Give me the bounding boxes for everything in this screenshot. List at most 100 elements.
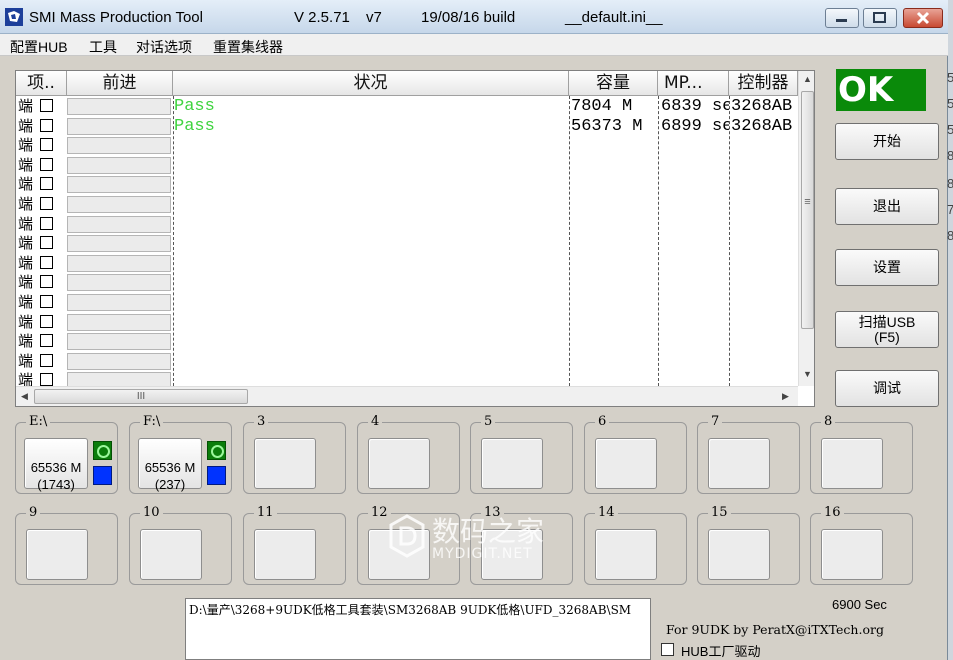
table-row[interactable]: 端 <box>16 254 798 274</box>
table-row[interactable]: 端 <box>16 215 798 235</box>
col-header-controller[interactable]: 控制器 <box>729 71 798 96</box>
firmware-path-field[interactable]: D:\量产\3268+9UDK低格工具套装\SM3268AB 9UDK低格\UF… <box>185 598 651 660</box>
table-row[interactable]: 端 <box>16 293 798 313</box>
maximize-button[interactable] <box>863 8 897 28</box>
row-checkbox[interactable] <box>40 334 53 348</box>
settings-button[interactable]: 设置 <box>835 249 939 286</box>
table-row[interactable]: 端 Pass 7804 M 6839 se 3268AB <box>16 97 798 117</box>
port-empty-button[interactable] <box>254 529 316 580</box>
port-empty-button[interactable] <box>821 438 883 489</box>
col-header-item[interactable]: 项.. <box>16 71 67 96</box>
port-slot[interactable]: E:\ 65536 M (1743) <box>15 414 118 494</box>
row-progress-bar <box>67 294 171 311</box>
ok-status-badge: OK <box>836 69 926 111</box>
port-slot[interactable]: 8 <box>810 414 913 494</box>
horizontal-scroll-thumb[interactable]: III <box>34 389 248 404</box>
port-slot[interactable]: F:\ 65536 M (237) <box>129 414 232 494</box>
port-slot[interactable]: 4 <box>357 414 460 494</box>
row-checkbox[interactable] <box>40 216 53 230</box>
table-row[interactable]: 端 <box>16 195 798 215</box>
port-slot[interactable]: 5 <box>470 414 573 494</box>
port-label: 9 <box>26 505 41 520</box>
port-empty-button[interactable] <box>708 438 770 489</box>
port-capacity: 65536 M <box>144 460 196 475</box>
close-button[interactable] <box>903 8 943 28</box>
menu-reset-hub[interactable]: 重置集线器 <box>213 37 283 57</box>
cell-capacity: 7804 M <box>571 97 633 116</box>
version-label: V 2.5.71 <box>294 9 350 26</box>
port-empty-button[interactable] <box>481 438 543 489</box>
table-row[interactable]: 端 Pass 56373 M 6899 se 3268AB <box>16 117 798 137</box>
vertical-scroll-thumb[interactable]: ≡ <box>801 91 814 329</box>
row-checkbox[interactable] <box>40 314 53 328</box>
row-checkbox[interactable] <box>40 255 53 269</box>
row-label: 端 <box>18 273 34 292</box>
exit-button[interactable]: 退出 <box>835 188 939 225</box>
col-header-progress[interactable]: 前进 <box>67 71 173 96</box>
table-row[interactable]: 端 <box>16 332 798 352</box>
horizontal-scrollbar[interactable]: ◀ III ▶ <box>16 386 798 406</box>
port-slot[interactable]: 6 <box>584 414 687 494</box>
row-checkbox[interactable] <box>40 353 53 367</box>
port-empty-button[interactable] <box>368 438 430 489</box>
scan-usb-button[interactable]: 扫描USB (F5) <box>835 311 939 348</box>
port-slot[interactable]: 3 <box>243 414 346 494</box>
row-checkbox[interactable] <box>40 236 53 250</box>
menu-tools[interactable]: 工具 <box>89 37 117 57</box>
port-empty-button[interactable] <box>254 438 316 489</box>
menu-config-hub[interactable]: 配置HUB <box>10 37 68 57</box>
minimize-button[interactable] <box>825 8 859 28</box>
row-checkbox[interactable] <box>40 177 53 191</box>
row-checkbox[interactable] <box>40 157 53 171</box>
menu-dialog-options[interactable]: 对话选项 <box>136 37 192 57</box>
port-empty-button[interactable] <box>595 529 657 580</box>
table-row[interactable]: 端 <box>16 175 798 195</box>
row-checkbox[interactable] <box>40 373 53 387</box>
port-device-button[interactable]: 65536 M (237) <box>138 438 202 492</box>
scroll-down-icon[interactable]: ▼ <box>803 369 812 379</box>
row-checkbox[interactable] <box>40 295 53 308</box>
scroll-up-icon[interactable]: ▲ <box>803 74 812 84</box>
row-checkbox[interactable] <box>40 275 53 289</box>
app-icon <box>5 8 23 26</box>
table-row[interactable]: 端 <box>16 273 798 293</box>
port-empty-button[interactable] <box>140 529 202 580</box>
port-label: 16 <box>821 505 844 520</box>
port-slot[interactable]: 14 <box>584 505 687 585</box>
scroll-left-icon[interactable]: ◀ <box>21 391 28 402</box>
port-label: E:\ <box>26 414 51 429</box>
port-empty-button[interactable] <box>595 438 657 489</box>
table-row[interactable]: 端 <box>16 352 798 372</box>
row-progress-bar <box>67 254 171 272</box>
port-slot[interactable]: 7 <box>697 414 800 494</box>
port-label: 3 <box>254 414 269 429</box>
row-checkbox[interactable] <box>40 138 53 152</box>
port-slot[interactable]: 9 <box>15 505 118 585</box>
port-slot[interactable]: 11 <box>243 505 346 585</box>
title-bar: SMI Mass Production Tool V 2.5.71 v7 19/… <box>0 0 948 34</box>
debug-button[interactable]: 调试 <box>835 370 939 407</box>
port-device-button[interactable]: 65536 M (1743) <box>24 438 88 492</box>
start-button[interactable]: 开始 <box>835 123 939 160</box>
table-row[interactable]: 端 <box>16 156 798 176</box>
col-header-status[interactable]: 状况 <box>173 71 569 96</box>
table-row[interactable]: 端 <box>16 313 798 333</box>
vertical-scrollbar[interactable]: ▲ ≡ ▼ <box>798 71 814 386</box>
col-header-capacity[interactable]: 容量 <box>569 71 658 96</box>
col-header-mp-time[interactable]: MP... <box>658 71 729 96</box>
app-window: SMI Mass Production Tool V 2.5.71 v7 19/… <box>0 0 948 660</box>
row-checkbox[interactable] <box>40 99 53 112</box>
port-slot[interactable]: 16 <box>810 505 913 585</box>
port-slot[interactable]: 10 <box>129 505 232 585</box>
port-ok-icon <box>207 441 226 460</box>
port-empty-button[interactable] <box>821 529 883 580</box>
port-empty-button[interactable] <box>26 529 88 580</box>
scroll-right-icon[interactable]: ▶ <box>782 391 789 402</box>
table-row[interactable]: 端 <box>16 234 798 254</box>
row-checkbox[interactable] <box>40 197 53 210</box>
port-slot[interactable]: 15 <box>697 505 800 585</box>
port-empty-button[interactable] <box>708 529 770 580</box>
hub-driver-checkbox[interactable] <box>661 643 674 656</box>
table-row[interactable]: 端 <box>16 136 798 156</box>
row-checkbox[interactable] <box>40 118 53 132</box>
